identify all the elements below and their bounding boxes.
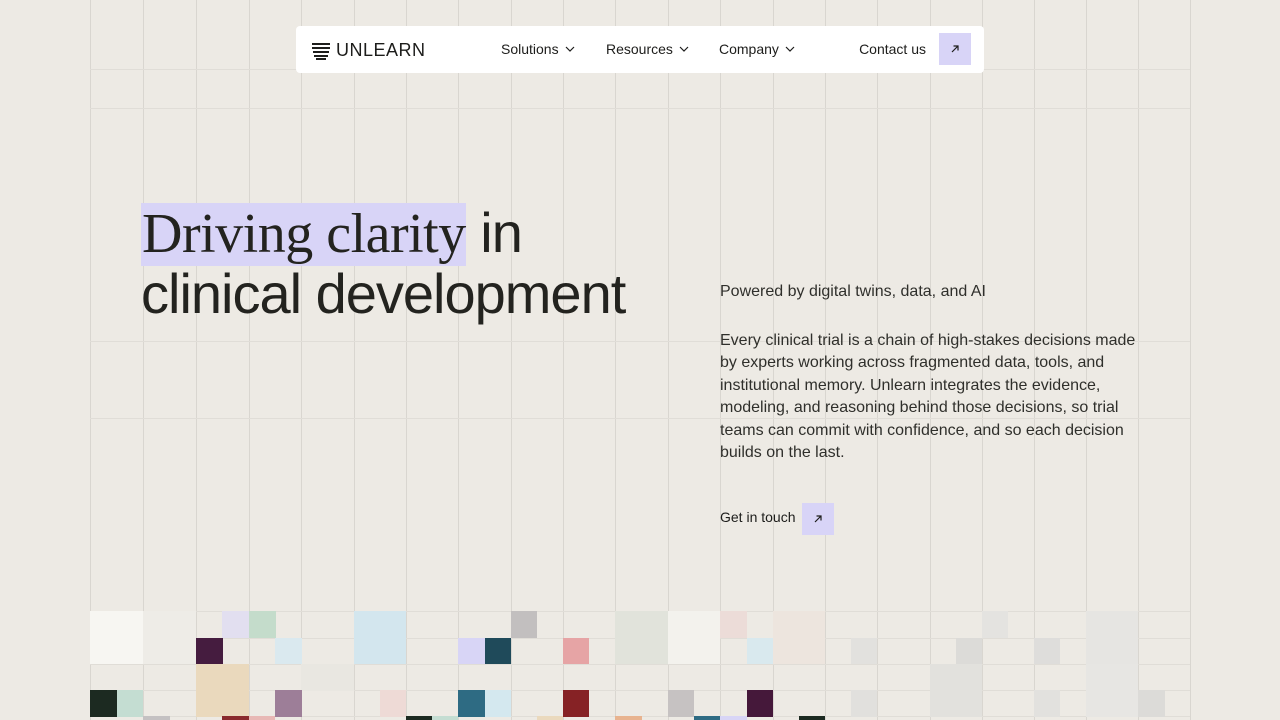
mosaic-tile — [773, 611, 825, 664]
mosaic-tile — [196, 664, 249, 717]
mosaic-tile — [694, 716, 720, 720]
nav-item-resources[interactable]: Resources — [606, 41, 689, 57]
grid-line — [90, 108, 1190, 109]
mosaic-tile — [90, 611, 143, 664]
mosaic-tile — [747, 690, 773, 717]
mosaic-tile — [249, 716, 275, 720]
mosaic-tile — [458, 638, 485, 664]
mosaic-tile — [851, 690, 877, 717]
get-in-touch-arrow-button[interactable] — [802, 503, 834, 535]
mosaic-tile — [982, 611, 1008, 638]
mosaic-tile — [1138, 690, 1165, 717]
mosaic-tile — [222, 716, 249, 720]
mosaic-tile — [1086, 611, 1138, 664]
mosaic-tile — [117, 690, 143, 717]
mosaic-tile — [563, 638, 589, 664]
mosaic-tile — [615, 611, 668, 664]
chevron-down-icon — [679, 46, 689, 52]
get-in-touch-link[interactable]: Get in touch — [720, 509, 796, 525]
mosaic-tile — [537, 716, 563, 720]
mosaic-tile — [720, 611, 747, 638]
mosaic-tile — [275, 638, 302, 664]
mosaic-tile — [222, 611, 249, 638]
hero-subtitle: Powered by digital twins, data, and AI — [720, 283, 986, 300]
mosaic-tile — [380, 690, 406, 717]
nav-item-label: Resources — [606, 41, 673, 57]
hero-title-highlight: Driving clarity — [141, 203, 466, 266]
grid-line — [1190, 0, 1191, 720]
mosaic-tile — [720, 716, 747, 720]
mosaic-tile — [354, 611, 406, 664]
mosaic-tile — [432, 716, 458, 720]
mosaic-tile — [90, 690, 117, 717]
mosaic-tile — [1086, 664, 1138, 717]
nav-item-label: Solutions — [501, 41, 559, 57]
chevron-down-icon — [785, 46, 795, 52]
contact-arrow-button[interactable] — [939, 33, 971, 65]
logo-mark-icon — [312, 42, 330, 60]
mosaic-tile — [275, 690, 302, 717]
hero-title-line2: clinical development — [141, 262, 626, 325]
mosaic-tile — [799, 716, 825, 720]
nav-item-solutions[interactable]: Solutions — [501, 41, 575, 57]
hero-title-rest: in — [465, 201, 523, 264]
mosaic-tile — [406, 716, 432, 720]
hero-body: Every clinical trial is a chain of high-… — [720, 332, 1136, 462]
hero-title: Driving clarity in clinical development — [141, 201, 626, 325]
grid-line — [90, 664, 1190, 665]
mosaic-tile — [249, 611, 276, 638]
top-nav: UNLEARN Solutions Resources Company Cont… — [296, 26, 984, 73]
mosaic-tile — [563, 690, 589, 717]
mosaic-tile — [511, 611, 537, 638]
mosaic-tile — [1034, 638, 1060, 664]
nav-item-label: Company — [719, 41, 779, 57]
chevron-down-icon — [565, 46, 575, 52]
mosaic-tile — [196, 638, 223, 664]
logo-text: UNLEARN — [336, 40, 426, 60]
mosaic-tile — [301, 664, 354, 691]
mosaic-tile — [747, 638, 773, 664]
nav-item-company[interactable]: Company — [719, 41, 795, 57]
arrow-up-right-icon — [814, 515, 822, 523]
mosaic-tile — [851, 638, 877, 664]
mosaic-tile — [668, 690, 694, 717]
mosaic-tile — [143, 611, 196, 664]
contact-us-link[interactable]: Contact us — [859, 41, 926, 57]
mosaic-tile — [930, 664, 982, 717]
logo[interactable]: UNLEARN — [312, 40, 426, 61]
arrow-up-right-icon — [951, 45, 959, 53]
mosaic-tile — [143, 716, 170, 720]
mosaic-tile — [615, 716, 642, 720]
mosaic-tile — [485, 638, 511, 664]
mosaic-tile — [956, 638, 982, 664]
grid-line — [90, 690, 1190, 691]
mosaic-tile — [485, 690, 511, 717]
mosaic-tile — [458, 690, 485, 717]
mosaic-tile — [668, 611, 720, 664]
mosaic-tile — [1034, 690, 1060, 717]
